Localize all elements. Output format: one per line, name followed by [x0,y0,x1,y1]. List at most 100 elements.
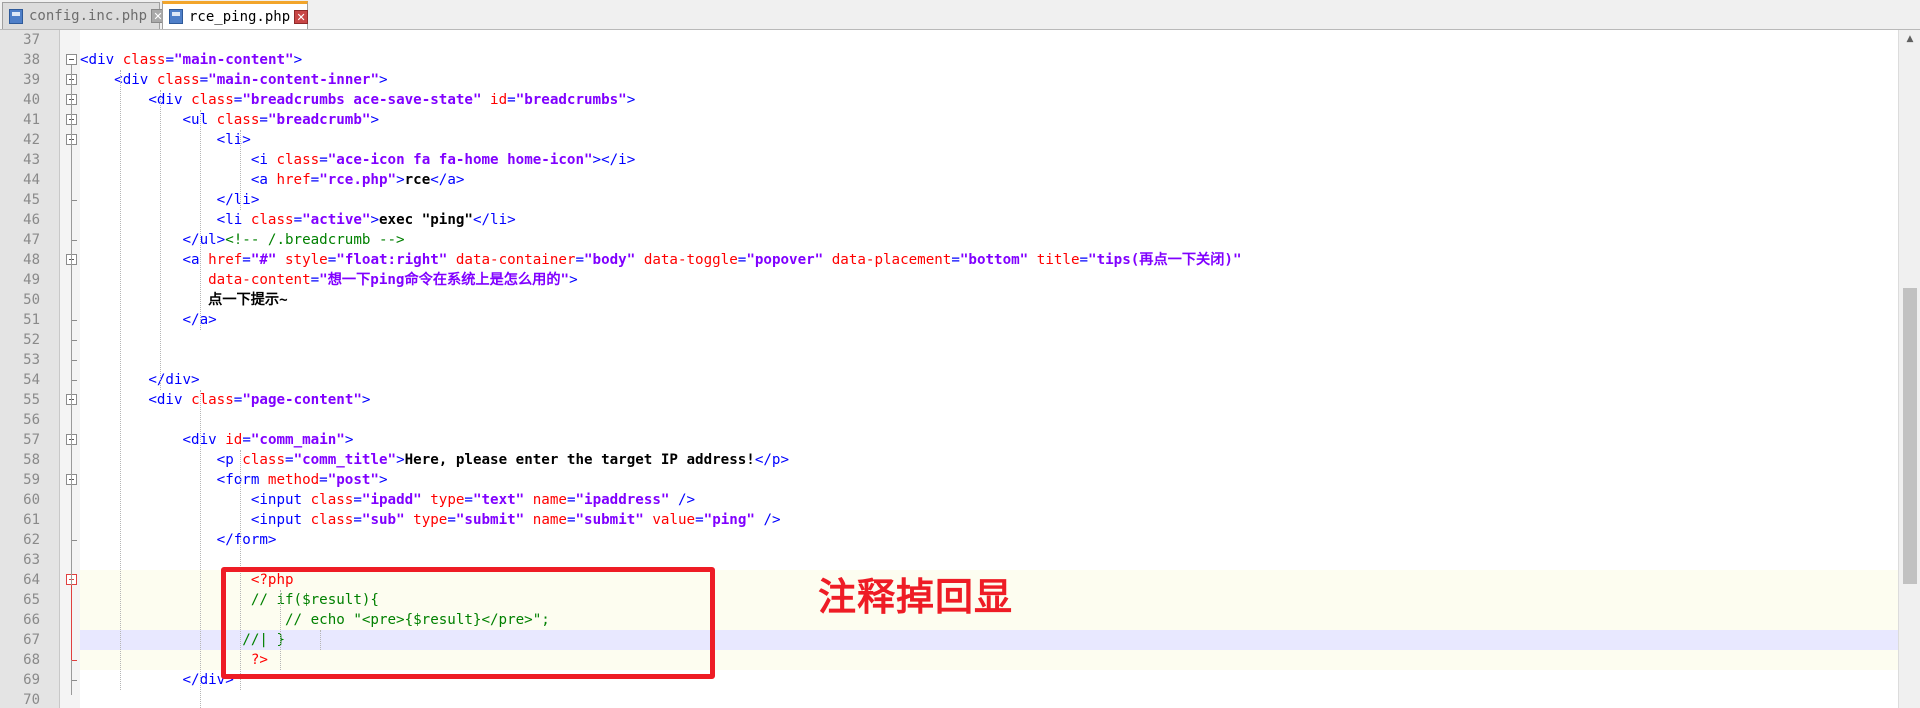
code-token: = [285,452,294,468]
code-line[interactable]: 43 <i class="ace-icon fa fa-home home-ic… [0,150,1920,170]
code-token: class [191,392,234,408]
line-number: 58 [23,452,40,468]
code-line[interactable]: 53 [0,350,1920,370]
scroll-up-icon[interactable]: ▲ [1899,30,1920,48]
code-line[interactable]: 61 <input class="sub" type="submit" name… [0,510,1920,530]
code-token: = [310,172,320,188]
code-line[interactable]: 52 [0,330,1920,350]
code-token: "comm_main" [250,432,345,448]
code-token: = [310,272,320,288]
code-line[interactable]: 70 [0,690,1920,708]
tab-label: rce_ping.php [189,8,291,25]
code-line[interactable]: 41 <ul class="breadcrumb"> [0,110,1920,130]
code-token: type [430,492,465,508]
code-token: id [225,432,243,448]
code-text: <li> [80,130,251,150]
code-line[interactable]: 40 <div class = "breadcrumbs ace-save-stat… [0,90,1920,110]
line-number: 55 [23,392,40,408]
code-token: "popover" [746,252,824,268]
code-token: </form> [216,532,277,548]
code-line[interactable]: 38 <div class="main-content"> [0,50,1920,70]
code-line[interactable]: 50 点一下提示~ [0,290,1920,310]
code-text: <input class="ipadd" type="text" name="i… [80,490,695,510]
code-token: <div [182,432,226,448]
code-text: <ul class="breadcrumb"> [80,110,379,130]
code-line[interactable]: 55 <div class="page-content"> [0,390,1920,410]
code-line[interactable]: 45 </li> [0,190,1920,210]
line-number: 38 [23,52,40,68]
code-token: "main-content" [173,52,294,68]
tab-bar: config.inc.php ✕ rce_ping.php ✕ [0,0,1920,30]
code-token: <li [216,212,251,228]
code-token: <input [250,492,311,508]
code-line[interactable]: 44 <a href="rce.php">rce</a> [0,170,1920,190]
code-token: </ul> [182,232,226,248]
code-token: "sub" [361,512,405,528]
notepad-plus-plus-window: config.inc.php ✕ rce_ping.php ✕ 37 38 <div… [0,0,1920,708]
code-line[interactable]: 58 <p class="comm_title">Here, please en… [0,450,1920,470]
line-number: 61 [23,512,40,528]
fold-toggle-icon[interactable] [66,54,77,65]
vertical-scrollbar[interactable]: ▲ [1898,30,1920,708]
code-token: href [276,172,311,188]
code-token: "tips(再点一下关闭)" [1088,252,1242,268]
code-line[interactable]: 47 </ul><!-- /.breadcrumb --> [0,230,1920,250]
code-line[interactable]: 39 <div class="main-content-inner"> [0,70,1920,90]
code-line[interactable]: 49 data-content="想一下ping命令在系统上是怎么用的"> [0,270,1920,290]
tab-rce-ping-php[interactable]: rce_ping.php ✕ [162,1,309,29]
code-token: data-toggle [643,252,738,268]
code-token: <a [250,172,277,188]
code-line[interactable]: 51 </a> [0,310,1920,330]
code-line[interactable]: 59 <form method="post"> [0,470,1920,490]
code-token: </li> [472,212,516,228]
code-text: <div class="page-content"> [80,390,370,410]
tab-config-inc-php[interactable]: config.inc.php ✕ [2,2,166,29]
code-token: "text" [472,492,525,508]
code-text: <div id="comm_main"> [80,430,354,450]
annotation-highlight-box [221,567,715,679]
code-text: <a href="#" style="float:right" data-con… [80,250,1242,270]
code-token: = [353,512,362,528]
code-line[interactable]: 56 [0,410,1920,430]
code-token: <!-- /.breadcrumb --> [225,232,405,248]
code-text: </div> [80,370,199,390]
line-number: 60 [23,492,40,508]
code-token: class [122,52,166,68]
code-text: </a> [80,310,217,330]
code-token: title [1036,252,1080,268]
close-icon[interactable]: ✕ [294,9,309,24]
code-token: class [242,452,286,468]
code-line[interactable]: 46 <li class="active">exec "ping"</li> [0,210,1920,230]
code-token: class [310,492,354,508]
code-line[interactable]: 57 <div id="comm_main"> [0,430,1920,450]
code-token: "ipaddress" [575,492,670,508]
code-token: type [413,512,448,528]
code-token: class [191,92,234,108]
code-token: data-placement [831,252,952,268]
code-token: = [951,252,960,268]
code-token: name [532,492,567,508]
line-number: 66 [23,612,40,628]
code-token: = [319,152,328,168]
indent-guide [160,90,161,390]
code-line[interactable]: 60 <input class="ipadd" type="text" name… [0,490,1920,510]
code-token: "breadcrumbs ace-save-state" [242,92,482,108]
line-number: 39 [23,72,40,88]
code-text: </form> [80,530,277,550]
scrollbar-thumb[interactable] [1903,288,1917,584]
code-line[interactable]: 37 [0,30,1920,50]
code-line[interactable]: 54 </div> [0,370,1920,390]
code-line[interactable]: 62 </form> [0,530,1920,550]
code-line[interactable]: 42 <li> [0,130,1920,150]
code-token: </a> [430,172,465,188]
code-token: <div [148,92,192,108]
code-token: = [199,72,209,88]
code-line[interactable]: 48 <a href="#" style="float:right" data-… [0,250,1920,270]
code-text: <div class="main-content"> [80,50,302,70]
